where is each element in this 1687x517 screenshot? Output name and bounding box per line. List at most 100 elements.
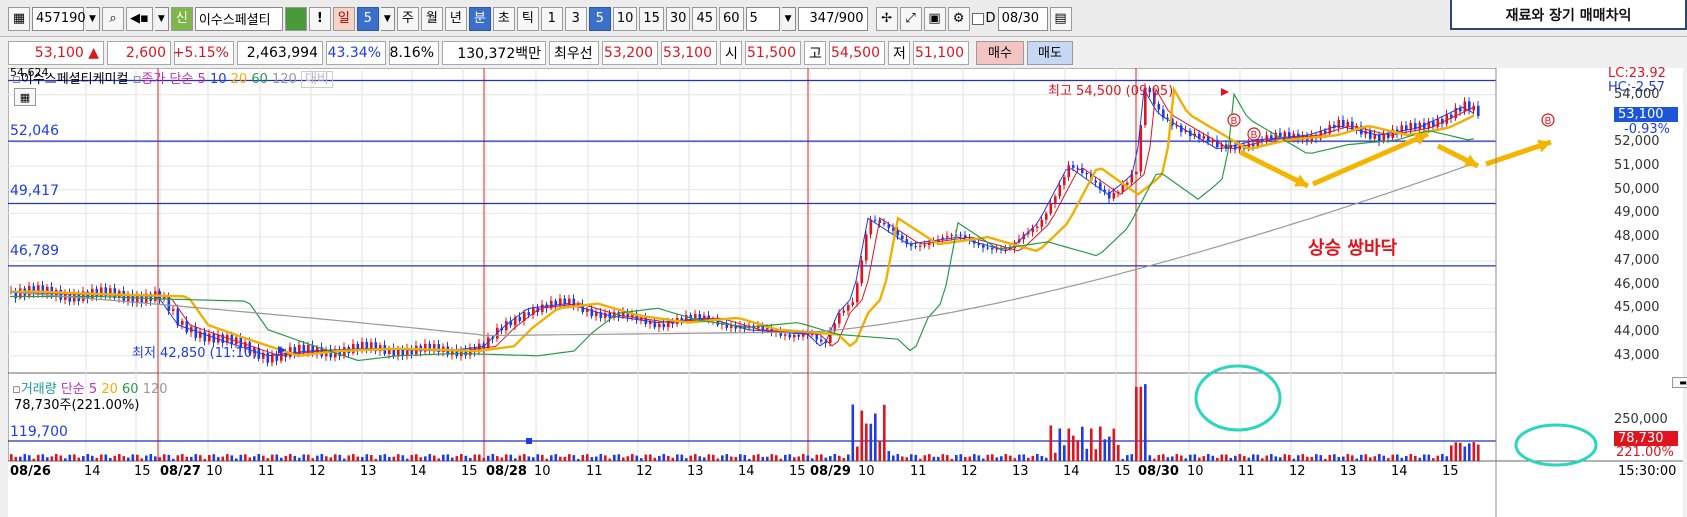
volume-bar xyxy=(595,456,598,461)
volume-bar xyxy=(563,456,567,461)
hline-label-2: 49,417 xyxy=(10,183,59,199)
speaker-icon[interactable]: ◀▪ xyxy=(126,6,153,31)
volume-bars xyxy=(10,384,1480,461)
candle-body xyxy=(896,230,900,236)
change: 2,600 xyxy=(107,41,171,65)
legend-ma10: 10 xyxy=(209,72,227,87)
volume-bar xyxy=(181,454,184,461)
volume-bar xyxy=(829,456,832,461)
vol-current-pct: 221.00% xyxy=(1616,445,1674,460)
calendar-icon[interactable]: ▤ xyxy=(1049,6,1072,31)
candle-body xyxy=(698,314,702,319)
volume-bar xyxy=(113,455,117,461)
candle-body xyxy=(986,247,990,249)
highlight-circle xyxy=(1194,364,1282,432)
chevron-down-icon[interactable]: ▼ xyxy=(154,6,169,31)
x-label: 08/26 xyxy=(10,464,51,479)
period-month-button[interactable]: 월 xyxy=(420,6,443,31)
save-icon[interactable]: ▣ xyxy=(923,6,946,31)
gear-icon[interactable]: ⚙ xyxy=(947,6,970,31)
volume-bar xyxy=(905,457,909,461)
volume-bar xyxy=(1279,457,1282,461)
minute-45-button[interactable]: 45 xyxy=(692,6,717,31)
period-week-button[interactable]: 주 xyxy=(396,6,419,31)
trendline-icon[interactable]: ⤢ xyxy=(899,6,922,31)
volume-bar xyxy=(1423,454,1426,461)
volume-bar xyxy=(752,455,756,461)
volume-bar xyxy=(1094,449,1098,461)
candle-body xyxy=(1040,219,1044,227)
minute-15-button[interactable]: 15 xyxy=(639,6,664,31)
count-input[interactable]: 5 xyxy=(745,6,780,31)
volume-bar xyxy=(793,457,796,461)
chart-area[interactable]: BBB 54,624 ▫이수스페셜티케미컬 ▫종가 단순 5 10 20 60 … xyxy=(8,66,1687,517)
volume-bar xyxy=(284,455,288,461)
date-input[interactable]: 08/30 xyxy=(997,6,1048,31)
volume-bar xyxy=(613,454,616,461)
candle-body xyxy=(991,248,994,250)
volume-bar xyxy=(163,454,166,461)
buy-button[interactable]: 매수 xyxy=(976,41,1024,65)
volume-bar xyxy=(1090,428,1093,461)
volume-bar xyxy=(203,458,207,461)
minute-3-button[interactable]: 3 xyxy=(564,6,587,31)
minute-1-button[interactable]: 1 xyxy=(540,6,563,31)
volume-bar xyxy=(1414,455,1417,461)
volume-bar xyxy=(46,457,49,461)
chevron-down-icon[interactable]: ▼ xyxy=(781,6,796,31)
minute-10-button[interactable]: 10 xyxy=(612,6,638,31)
volume-bar xyxy=(77,457,81,461)
y-tick: 50,000 xyxy=(1614,181,1660,197)
volume-bar xyxy=(1058,428,1062,461)
minute-5-button[interactable]: 5 xyxy=(588,6,611,31)
ratio1: 43.34% xyxy=(326,41,386,65)
volume-bar xyxy=(59,455,63,461)
d-checkbox[interactable] xyxy=(971,12,984,25)
candle-body xyxy=(1063,177,1066,186)
d-check-label: D xyxy=(985,11,996,26)
period-year-button[interactable]: 년 xyxy=(444,6,467,31)
volume-bar xyxy=(217,457,220,461)
volume-bar xyxy=(860,410,864,461)
volume-bar xyxy=(869,423,873,461)
volume-bar xyxy=(131,454,135,461)
sell-button[interactable]: 매도 xyxy=(1027,41,1073,65)
stock-name-field[interactable]: 이수스페셜티 xyxy=(194,6,283,31)
volume-bar xyxy=(743,455,747,461)
period-tick-button[interactable]: 틱 xyxy=(516,6,539,31)
volume-bar xyxy=(298,457,301,461)
volume-bar xyxy=(253,456,256,461)
candle-body xyxy=(982,245,985,248)
legend-square-icon: ▫ xyxy=(12,72,21,87)
current-price-box: 53,100 xyxy=(1614,107,1678,122)
search-icon[interactable]: ⌕ xyxy=(102,6,124,31)
layout-icon[interactable]: ▦ xyxy=(8,6,30,31)
candle-body xyxy=(946,235,949,238)
crosshair-icon[interactable]: ✢ xyxy=(875,6,898,31)
volume-bar xyxy=(1234,455,1237,461)
volume-bar xyxy=(955,454,958,461)
period-count[interactable]: 5 xyxy=(356,6,379,31)
period-day-button[interactable]: 일 xyxy=(332,6,355,31)
minute-30-button[interactable]: 30 xyxy=(665,6,691,31)
volume-bar xyxy=(1306,456,1309,461)
minute-60-button[interactable]: 60 xyxy=(719,6,744,31)
candle-body xyxy=(874,219,877,221)
volume-bar xyxy=(397,454,400,461)
period-minute-button[interactable]: 분 xyxy=(468,6,491,31)
chevron-down-icon[interactable]: ▼ xyxy=(380,6,395,31)
bar-count-field[interactable]: 347/900 xyxy=(797,6,868,31)
collapse-icon[interactable]: ▬ xyxy=(1672,377,1687,388)
candle-body xyxy=(1126,182,1129,185)
candle-body xyxy=(1085,173,1089,175)
legend-hidden: 대비 xyxy=(300,71,333,88)
alert-icon[interactable]: ! xyxy=(308,6,331,31)
table-icon[interactable]: ▦ xyxy=(14,88,36,106)
volume-bar xyxy=(415,454,418,461)
x-label: 15 xyxy=(134,464,151,479)
volume-bar xyxy=(545,458,549,461)
volume-bar xyxy=(1351,455,1354,461)
chevron-down-icon[interactable]: ▼ xyxy=(86,6,100,31)
period-second-button[interactable]: 초 xyxy=(492,6,515,31)
code-input[interactable]: 457190 xyxy=(32,6,86,31)
